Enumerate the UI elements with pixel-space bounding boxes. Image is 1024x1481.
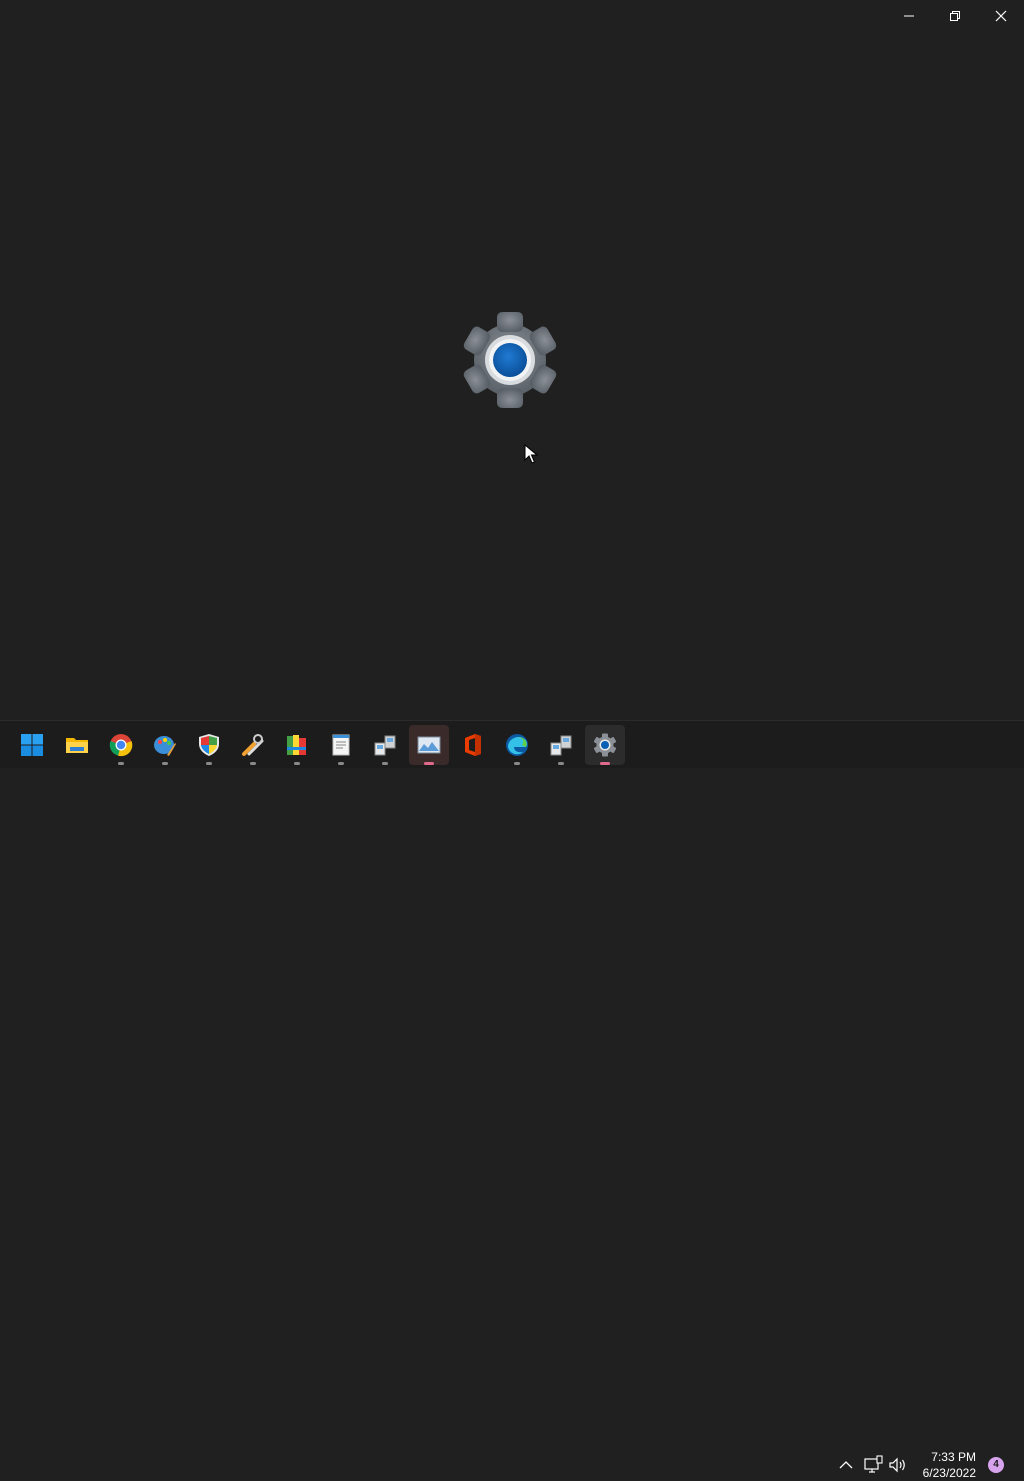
taskbar-file-explorer[interactable] [57,725,97,765]
taskbar-settings[interactable] [585,725,625,765]
minimize-button[interactable] [886,0,932,32]
close-button[interactable] [978,0,1024,32]
chrome-icon [109,734,133,757]
folder-icon [66,738,88,753]
palette-icon [154,736,176,756]
running-indicator [338,762,344,765]
volume-icon[interactable] [888,1455,908,1475]
taskbar-network-app-2[interactable] [541,725,581,765]
edge-icon [506,734,528,756]
taskbar-office[interactable] [453,725,493,765]
taskbar-chrome[interactable] [101,725,141,765]
shield-icon [199,734,219,756]
network-icon[interactable] [863,1455,883,1475]
restore-button[interactable] [932,0,978,32]
wrench-icon [242,734,264,756]
running-indicator-active [600,762,610,765]
settings-window [0,0,1024,720]
books-icon [287,735,306,755]
running-indicator [162,762,168,765]
taskbar-notepad[interactable] [321,725,361,765]
taskbar-start-button[interactable] [12,725,52,765]
taskbar-edge[interactable] [497,725,537,765]
document-icon [332,734,350,756]
taskbar-security[interactable] [189,725,229,765]
clock[interactable]: 7:33 PM 6/23/2022 [923,1449,976,1481]
running-indicator [250,762,256,765]
running-indicator [514,762,520,765]
running-indicator [206,762,212,765]
network-computers-icon [374,735,396,756]
office-icon [465,734,481,756]
settings-gear-icon [463,312,557,408]
taskbar-photos[interactable] [409,725,449,765]
clock-time: 7:33 PM [931,1450,976,1464]
restore-icon [950,11,960,21]
close-icon [995,10,1007,22]
windows-start-icon [21,734,43,756]
running-indicator [382,762,388,765]
image-icon [417,736,441,754]
network-computers-icon [550,735,572,756]
clock-date: 6/23/2022 [922,1466,976,1480]
notification-badge[interactable]: 4 [988,1457,1004,1473]
taskbar-tools[interactable] [233,725,273,765]
gear-icon [593,733,617,757]
minimize-icon [904,15,914,17]
taskbar-network-app[interactable] [365,725,405,765]
taskbar-paint[interactable] [145,725,185,765]
running-indicator [294,762,300,765]
taskbar: 7:33 PM 6/23/2022 4 [0,720,1024,1480]
mouse-cursor-icon [524,444,538,464]
taskbar-books-app[interactable] [277,725,317,765]
running-indicator [558,762,564,765]
show-hidden-icons-chevron-up-icon[interactable] [836,1455,856,1475]
caption-bar [886,0,1024,32]
running-indicator-active [424,762,434,765]
running-indicator [118,762,124,765]
